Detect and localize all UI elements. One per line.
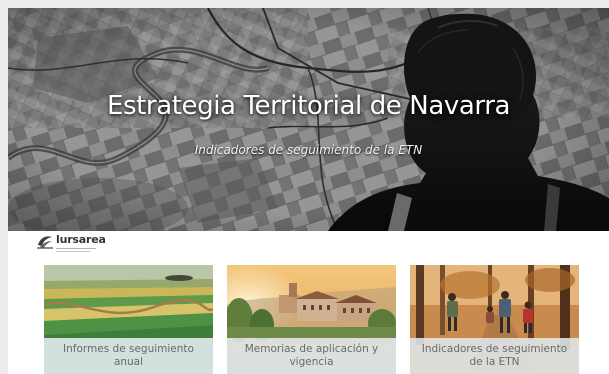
card-label: Memorias de aplicación y vigencia (244, 343, 379, 368)
card-caption: Indicadores de seguimiento de la ETN (410, 338, 579, 374)
card-informes-seguimiento[interactable]: Informes de seguimiento anual (44, 265, 213, 374)
hero-subtitle: Indicadores de seguimiento de la ETN (194, 143, 423, 157)
hero-title: Estrategia Territorial de Navarra (106, 91, 511, 121)
card-memorias-aplicacion[interactable]: Memorias de aplicación y vigencia (227, 265, 396, 374)
card-label: Informes de seguimiento anual (63, 343, 194, 368)
content-area: lursarea Informes de seguimiento anual M… (8, 231, 609, 374)
brand-tagline-line (56, 248, 96, 249)
card-label: Indicadores de seguimiento de la ETN (421, 343, 568, 368)
hero-banner: Estrategia Territorial de Navarra Indica… (8, 8, 609, 231)
brand-logo[interactable]: lursarea (36, 234, 106, 254)
card-caption: Informes de seguimiento anual (44, 338, 213, 374)
card-caption: Memorias de aplicación y vigencia (227, 338, 396, 374)
brand-tagline-line (56, 251, 90, 252)
page-frame: Estrategia Territorial de Navarra Indica… (0, 0, 609, 374)
brand-name: lursarea (56, 233, 106, 246)
lursarea-logo-icon (37, 236, 53, 249)
card-indicadores-seguimiento[interactable]: Indicadores de seguimiento de la ETN (410, 265, 579, 374)
